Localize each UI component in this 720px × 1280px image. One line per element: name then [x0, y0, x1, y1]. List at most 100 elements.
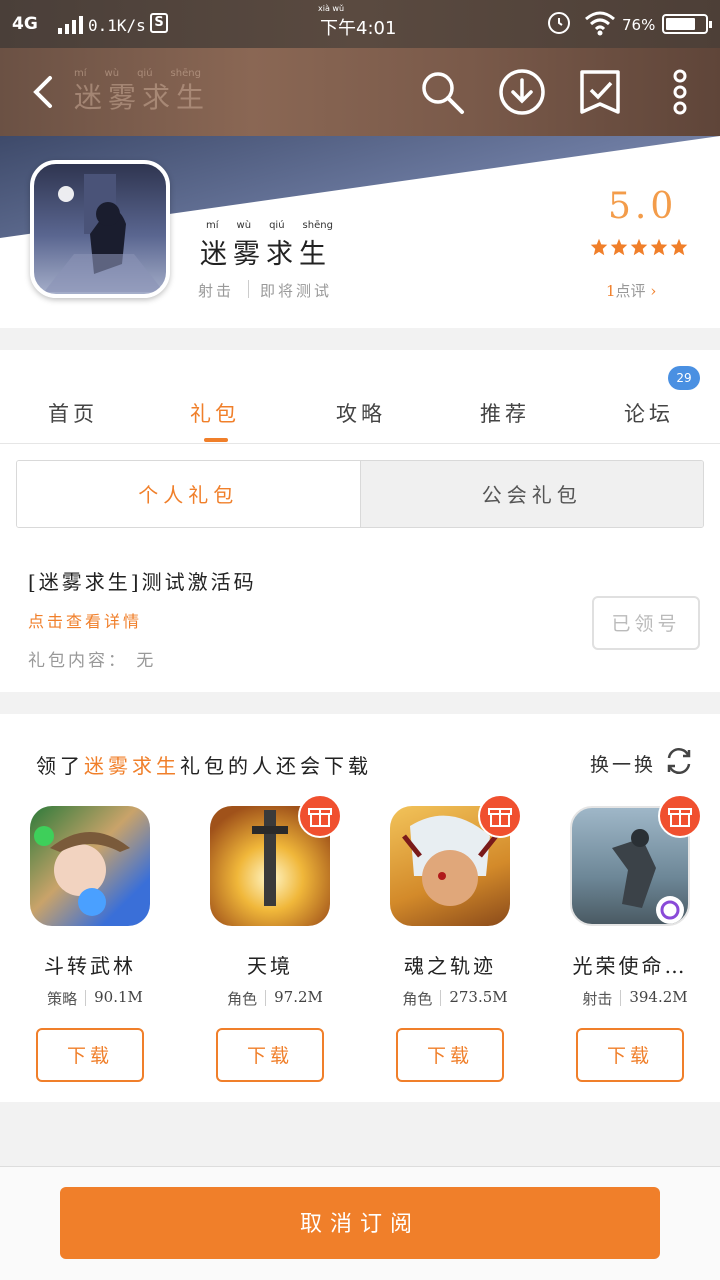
chevron-right-icon: › [650, 282, 657, 300]
divider [620, 990, 622, 1006]
back-arrow-icon[interactable] [24, 70, 68, 114]
status-bar: 4G 0.1K/s S xià wǔ 下午4:01 76% [0, 0, 720, 48]
pinyin: wù [104, 68, 120, 79]
star-icon [650, 238, 668, 256]
segment-personal-gift[interactable]: 个人礼包 [17, 461, 361, 527]
pinyin: shēng [170, 68, 201, 79]
gift-icon [658, 794, 702, 838]
segment-guild-gift[interactable]: 公会礼包 [360, 461, 703, 527]
star-icon [670, 238, 688, 256]
section-tabs: 首页 礼包 攻略 推荐 论坛 29 [0, 350, 720, 444]
app-name-text: 迷雾求生 [200, 239, 332, 270]
star-icon [590, 238, 608, 256]
download-icon[interactable] [498, 68, 546, 116]
rating-score: 5.0 [608, 186, 678, 227]
gift-details-link[interactable]: 点击查看详情 [28, 608, 142, 632]
game-card[interactable]: 魂之轨迹 角色 273.5M 下载 [390, 794, 540, 1096]
claimed-button[interactable]: 已领号 [592, 596, 700, 650]
title-highlight: 迷雾求生 [84, 754, 180, 778]
game-genre: 策略 [47, 990, 78, 1008]
gift-type-switch: 个人礼包 公会礼包 [16, 460, 704, 528]
header-title-pinyin: mí wù qiú shēng [74, 68, 201, 79]
title-suffix: 礼包的人还会下载 [180, 754, 372, 778]
game-card[interactable]: 斗转武林 策略 90.1M 下载 [30, 806, 180, 1096]
app-header: mí wù qiú shēng 迷雾求生 [0, 48, 720, 136]
network-type: 4G [12, 14, 38, 34]
game-size: 97.2M [274, 988, 323, 1006]
star-icon [610, 238, 628, 256]
app-status: 即将测试 [260, 282, 333, 300]
divider [248, 280, 249, 298]
pinyin: mí [74, 68, 87, 79]
gift-section: 个人礼包 公会礼包 [迷雾求生]测试激活码 点击查看详情 礼包内容： 无 已领号 [0, 444, 720, 692]
pinyin: qiú [137, 68, 153, 79]
gift-item-title: [迷雾求生]测试激活码 [28, 570, 257, 594]
game-genre: 角色 [227, 990, 258, 1008]
clock: xià wǔ 下午4:01 [318, 4, 397, 40]
tab-forum[interactable]: 论坛 [624, 398, 674, 428]
game-card[interactable]: 光荣使命… 射击 394.2M 下载 [570, 794, 720, 1096]
gift-icon [478, 794, 522, 838]
rating-stars [590, 238, 688, 256]
battery-icon [662, 14, 712, 34]
game-size: 273.5M [449, 988, 508, 1006]
wifi-icon [585, 11, 615, 36]
app-icon [30, 160, 170, 298]
app-genre: 射击 [198, 282, 235, 300]
battery-percent: 76% [622, 16, 656, 34]
game-size: 394.2M [629, 988, 688, 1006]
reviews-link[interactable]: 1点评 › [606, 280, 656, 301]
game-genre: 射击 [582, 990, 613, 1008]
refresh-icon[interactable] [664, 746, 694, 776]
pinyin: wù [236, 220, 252, 231]
bottom-bar: 取消订阅 [0, 1166, 720, 1280]
more-vertical-icon[interactable] [656, 68, 704, 116]
active-tab-indicator [204, 438, 228, 442]
game-icon [30, 806, 150, 926]
app-info-card: mí wù qiú shēng 迷雾求生 射击 即将测试 5.0 1点评 › [0, 136, 720, 328]
download-button[interactable]: 下载 [576, 1028, 684, 1082]
gift-icon [298, 794, 342, 838]
game-meta: 角色 273.5M [390, 988, 520, 1009]
divider [85, 990, 87, 1006]
game-name: 斗转武林 [44, 954, 136, 978]
divider [265, 990, 267, 1006]
game-size: 90.1M [94, 988, 143, 1006]
clock-pinyin: xià wǔ [318, 4, 345, 13]
recommendations-section: 领了迷雾求生礼包的人还会下载 换一换 斗转武林 策略 90.1M 下载 天境 角色… [0, 714, 720, 1102]
game-name: 天境 [247, 954, 293, 978]
tab-home[interactable]: 首页 [48, 398, 98, 428]
tab-guide[interactable]: 攻略 [336, 398, 386, 428]
reviews-label: 点评 [615, 282, 646, 300]
header-title: mí wù qiú shēng 迷雾求生 [74, 68, 211, 116]
title-prefix: 领了 [36, 754, 84, 778]
download-button[interactable]: 下载 [36, 1028, 144, 1082]
app-name: mí wù qiú shēng 迷雾求生 [200, 220, 333, 271]
game-meta: 射击 394.2M [570, 988, 700, 1009]
header-title-text: 迷雾求生 [74, 81, 211, 114]
gift-content: 礼包内容： 无 [28, 651, 157, 671]
signal-icon [58, 14, 83, 34]
tab-gift[interactable]: 礼包 [190, 398, 240, 428]
download-button[interactable]: 下载 [396, 1028, 504, 1082]
network-speed: 0.1K/s [88, 16, 146, 35]
pinyin: qiú [269, 220, 285, 231]
app-name-pinyin: mí wù qiú shēng [206, 220, 333, 231]
game-genre: 角色 [402, 990, 433, 1008]
clock-text: 下午4:01 [320, 18, 397, 39]
game-name: 魂之轨迹 [404, 954, 496, 978]
star-icon [630, 238, 648, 256]
game-card[interactable]: 天境 角色 97.2M 下载 [210, 794, 360, 1096]
swap-button[interactable]: 换一换 [590, 750, 656, 777]
pinyin: mí [206, 220, 219, 231]
pinyin: shēng [302, 220, 333, 231]
unsubscribe-button[interactable]: 取消订阅 [60, 1187, 660, 1259]
alarm-icon [548, 12, 570, 34]
divider [440, 990, 442, 1006]
tab-recommend[interactable]: 推荐 [480, 398, 530, 428]
sim-icon: S [150, 13, 168, 33]
bookmark-check-icon[interactable] [576, 68, 624, 116]
search-icon[interactable] [418, 68, 466, 116]
download-button[interactable]: 下载 [216, 1028, 324, 1082]
game-meta: 策略 90.1M [30, 988, 160, 1009]
